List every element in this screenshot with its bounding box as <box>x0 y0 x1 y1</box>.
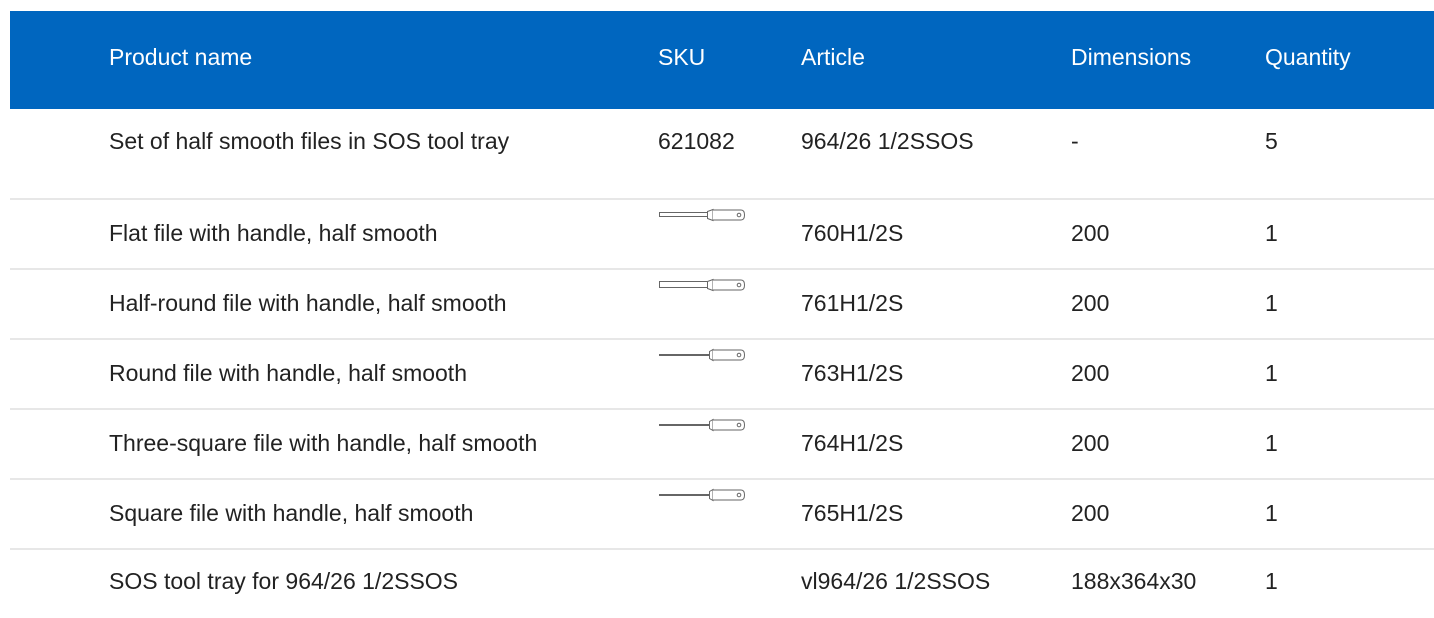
product-name: Set of half smooth files in SOS tool tra… <box>109 128 510 154</box>
article: 964/26 1/2SSOS <box>801 128 974 154</box>
quantity: 1 <box>1265 500 1278 526</box>
round-file-icon <box>659 348 745 362</box>
product-name: SOS tool tray for 964/26 1/2SSOS <box>109 568 459 594</box>
table-header: Product name SKU Article Dimensions Quan… <box>10 11 1434 109</box>
quantity: 1 <box>1265 220 1278 246</box>
square-file-icon <box>659 488 745 502</box>
product-table: Product name SKU Article Dimensions Quan… <box>10 11 1434 618</box>
header-product-name: Product name <box>109 44 253 70</box>
article: 765H1/2S <box>801 500 904 526</box>
table-row: Square file with handle, half smooth 765… <box>10 478 1434 548</box>
dimensions: 200 <box>1071 500 1110 526</box>
sku: 621082 <box>658 128 735 154</box>
quantity: 1 <box>1265 430 1278 456</box>
dimensions: 188x364x30 <box>1071 568 1197 594</box>
header-article: Article <box>801 44 865 70</box>
header-sku: SKU <box>658 44 706 70</box>
dimensions: 200 <box>1071 220 1110 246</box>
product-name: Half-round file with handle, half smooth <box>109 290 507 316</box>
table-row: Half-round file with handle, half smooth… <box>10 268 1434 338</box>
dimensions: 200 <box>1071 290 1110 316</box>
quantity: 1 <box>1265 568 1278 594</box>
article: 761H1/2S <box>801 290 904 316</box>
table-row: SOS tool tray for 964/26 1/2SSOS vl964/2… <box>10 548 1434 618</box>
table-row: Three-square file with handle, half smoo… <box>10 408 1434 478</box>
article: vl964/26 1/2SSOS <box>801 568 991 594</box>
flat-file-icon <box>659 208 745 222</box>
half-round-file-icon <box>659 278 745 292</box>
table-row: Round file with handle, half smooth 763H… <box>10 338 1434 408</box>
quantity: 1 <box>1265 290 1278 316</box>
quantity: 1 <box>1265 360 1278 386</box>
header-dimensions: Dimensions <box>1071 44 1192 70</box>
product-name: Three-square file with handle, half smoo… <box>109 430 538 456</box>
quantity: 5 <box>1265 128 1278 154</box>
dimensions: - <box>1071 128 1079 154</box>
header-quantity: Quantity <box>1265 44 1351 70</box>
table-row: Set of half smooth files in SOS tool tra… <box>10 109 1434 198</box>
article: 760H1/2S <box>801 220 904 246</box>
product-name: Round file with handle, half smooth <box>109 360 467 386</box>
three-square-file-icon <box>659 418 745 432</box>
dimensions: 200 <box>1071 430 1110 456</box>
article: 764H1/2S <box>801 430 904 456</box>
article: 763H1/2S <box>801 360 904 386</box>
table-row: Flat file with handle, half smooth 760H1… <box>10 198 1434 268</box>
dimensions: 200 <box>1071 360 1110 386</box>
product-name: Flat file with handle, half smooth <box>109 220 438 246</box>
product-name: Square file with handle, half smooth <box>109 500 474 526</box>
